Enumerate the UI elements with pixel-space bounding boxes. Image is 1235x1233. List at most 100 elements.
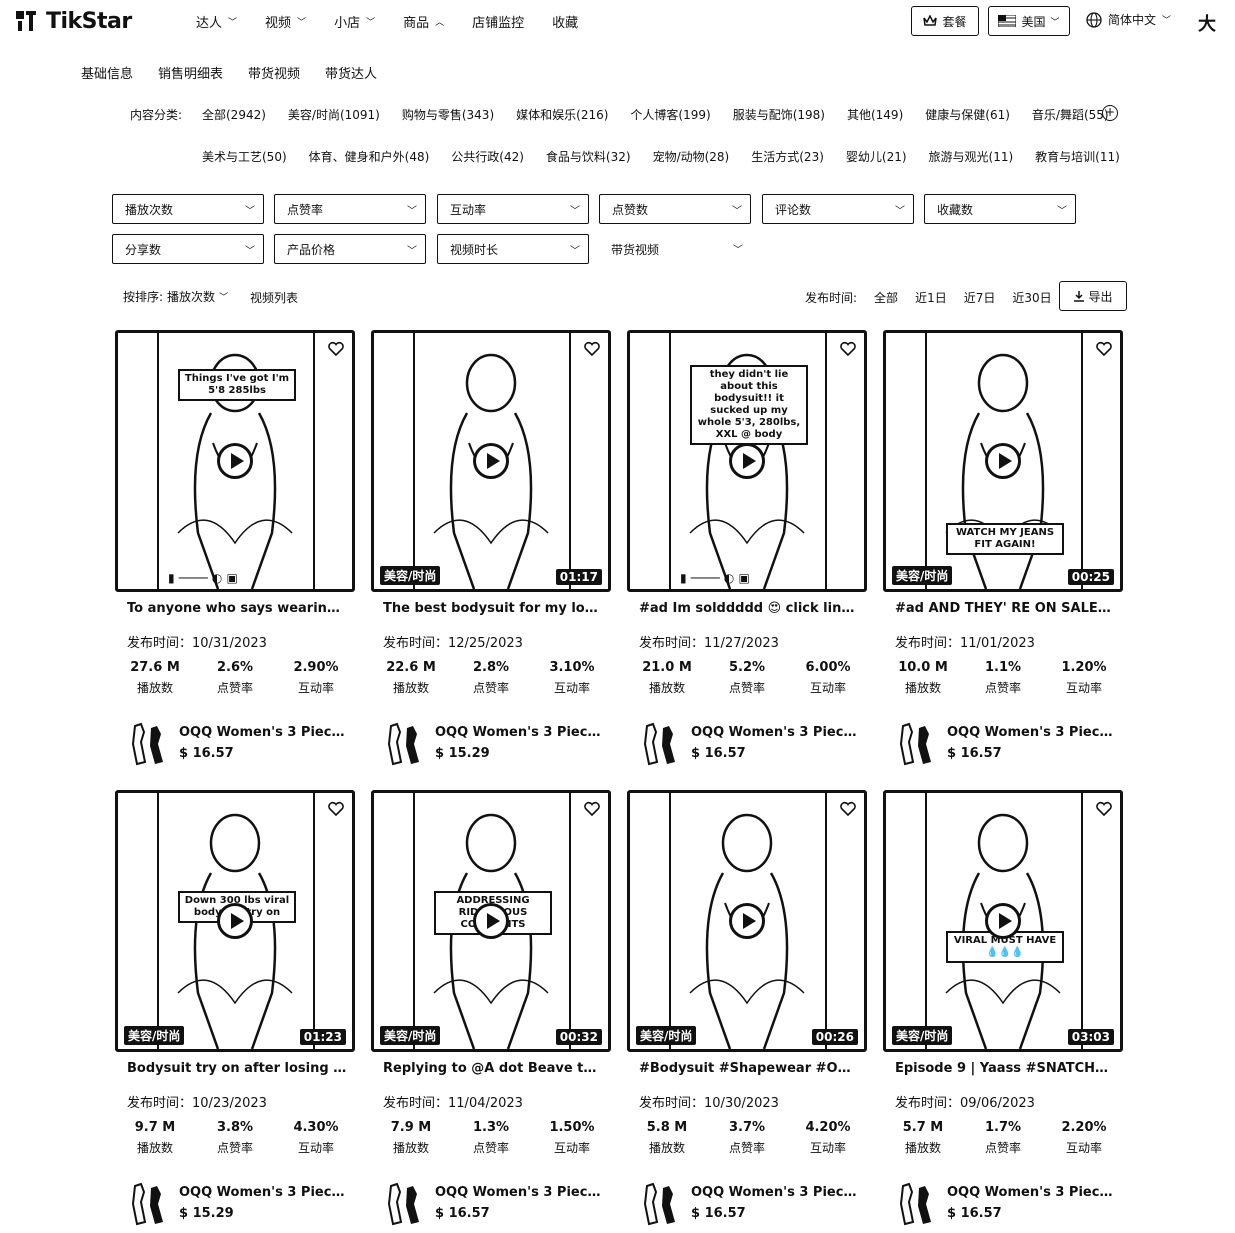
video-title[interactable]: Episode 9 | Yaass #SNATCHED... (895, 1061, 1115, 1076)
category-chip[interactable]: 生活方式(23) (751, 148, 824, 165)
product-thumbnail[interactable] (899, 1182, 933, 1226)
video-card[interactable]: WATCH MY JEANS FIT AGAIN! 美容/时尚 00:25 #ad A… (883, 330, 1123, 780)
nav-item-videos[interactable]: 视频 ﹀ (265, 12, 306, 31)
tab-promo-videos[interactable]: 带货视频 (248, 63, 300, 82)
video-thumbnail[interactable]: ADDRESSING RIDICULOUS COMMENTS美容/时尚00:32 (371, 790, 611, 1052)
product-thumbnail[interactable] (643, 722, 677, 766)
product-thumbnail[interactable] (131, 722, 165, 766)
region-select[interactable]: 美国 ﹀ (988, 6, 1070, 36)
favorite-heart-icon[interactable] (838, 799, 858, 819)
product-thumbnail[interactable] (643, 1182, 677, 1226)
date-option-1d[interactable]: 近1日 (915, 289, 947, 306)
date-option-all[interactable]: 全部 (874, 289, 898, 306)
product-name[interactable]: OQQ Women's 3 Piece... (179, 1185, 349, 1200)
video-card[interactable]: VIRAL MUST HAVE💧💧💧 美容/时尚 03:03 Episode 9 | … (883, 790, 1123, 1233)
video-card[interactable]: Down 300 lbs viral bodysuit try on美容/时尚0… (115, 790, 355, 1233)
video-card[interactable]: Things I've got I'm 5'8 285lbs ▮ ──── ◐ ▣… (115, 330, 355, 780)
date-option-30d[interactable]: 近30日 (1012, 289, 1051, 306)
nav-item-shops[interactable]: 小店 ﹀ (334, 12, 375, 31)
category-chip[interactable]: 旅游与观光(11) (929, 148, 1014, 165)
category-chip[interactable]: 个人博客(199) (630, 106, 710, 123)
nav-item-products[interactable]: 商品 ︿ (403, 12, 444, 31)
video-title[interactable]: #Bodysuit #Shapewear #OQQ... (639, 1061, 859, 1076)
video-controls-icon[interactable]: ▮ ──── ◐ ▣ (168, 571, 238, 585)
category-chip[interactable]: 美容/时尚(1091) (288, 106, 380, 123)
video-thumbnail[interactable]: 美容/时尚 01:17 (371, 330, 611, 592)
category-chip[interactable]: 教育与培训(11) (1035, 148, 1120, 165)
play-button-icon[interactable] (985, 443, 1021, 479)
category-chip[interactable]: 婴幼儿(21) (846, 148, 907, 165)
filter-plays[interactable]: 播放次数 ﹀ (112, 194, 264, 224)
video-title[interactable]: Replying to @A dot Beave thi... (383, 1061, 603, 1076)
category-chip[interactable]: 全部(2942) (202, 106, 266, 123)
category-chip[interactable]: 服装与配饰(198) (733, 106, 825, 123)
category-chip[interactable]: 其他(149) (847, 106, 903, 123)
expand-categories-icon[interactable]: + (1102, 105, 1118, 121)
play-button-icon[interactable] (985, 903, 1021, 939)
nav-item-influencers[interactable]: 达人 ﹀ (196, 12, 237, 31)
nav-item-favorites[interactable]: 收藏 (552, 12, 578, 31)
video-card[interactable]: they didn't lie about this bodysuit!! it… (627, 330, 867, 780)
category-chip[interactable]: 美术与工艺(50) (202, 148, 287, 165)
filter-duration[interactable]: 视频时长 ﹀ (437, 234, 589, 264)
date-option-7d[interactable]: 近7日 (964, 289, 996, 306)
product-name[interactable]: OQQ Women's 3 Piece... (947, 725, 1117, 740)
tab-basic-info[interactable]: 基础信息 (81, 63, 133, 82)
favorite-heart-icon[interactable] (838, 339, 858, 359)
filter-likes[interactable]: 点赞数 ﹀ (599, 194, 751, 224)
category-chip[interactable]: 购物与零售(343) (402, 106, 494, 123)
product-name[interactable]: OQQ Women's 3 Piece... (947, 1185, 1117, 1200)
font-size-button[interactable]: 大 (1198, 10, 1216, 36)
play-button-icon[interactable] (473, 443, 509, 479)
product-thumbnail[interactable] (899, 722, 933, 766)
video-card[interactable]: 美容/时尚 00:26 #Bodysuit #Shapewear #OQQ... 发布… (627, 790, 867, 1233)
tikstar-logo[interactable]: TikStar (14, 8, 132, 34)
product-name[interactable]: OQQ Women's 3 Piece... (435, 1185, 605, 1200)
product-name[interactable]: OQQ Women's 3 Piece... (691, 1185, 861, 1200)
filter-favorites[interactable]: 收藏数 ﹀ (924, 194, 1076, 224)
filter-price[interactable]: 产品价格 ﹀ (274, 234, 426, 264)
product-thumbnail[interactable] (131, 1182, 165, 1226)
filter-shares[interactable]: 分享数 ﹀ (112, 234, 264, 264)
category-chip[interactable]: 健康与保健(61) (925, 106, 1010, 123)
video-thumbnail[interactable]: Things I've got I'm 5'8 285lbs ▮ ──── ◐ ▣ (115, 330, 355, 592)
play-button-icon[interactable] (217, 443, 253, 479)
video-thumbnail[interactable]: they didn't lie about this bodysuit!! it… (627, 330, 867, 592)
video-card[interactable]: 美容/时尚 01:17 The best bodysuit for my loos.… (371, 330, 611, 780)
play-button-icon[interactable] (217, 903, 253, 939)
category-chip[interactable]: 体育、健身和户外(48) (309, 148, 430, 165)
favorite-heart-icon[interactable] (1094, 339, 1114, 359)
video-title[interactable]: Bodysuit try on after losing 3... (127, 1061, 347, 1076)
favorite-heart-icon[interactable] (582, 799, 602, 819)
video-thumbnail[interactable]: VIRAL MUST HAVE💧💧💧 美容/时尚 03:03 (883, 790, 1123, 1052)
favorite-heart-icon[interactable] (326, 799, 346, 819)
video-thumbnail[interactable]: WATCH MY JEANS FIT AGAIN! 美容/时尚 00:25 (883, 330, 1123, 592)
favorite-heart-icon[interactable] (582, 339, 602, 359)
play-button-icon[interactable] (729, 903, 765, 939)
favorite-heart-icon[interactable] (1094, 799, 1114, 819)
video-card[interactable]: ADDRESSING RIDICULOUS COMMENTS美容/时尚00:32… (371, 790, 611, 1233)
video-title[interactable]: To anyone who says wearing ... (127, 601, 347, 616)
product-name[interactable]: OQQ Women's 3 Piece... (435, 725, 605, 740)
product-name[interactable]: OQQ Women's 3 Piece... (179, 725, 349, 740)
language-select[interactable]: 简体中文 ﹀ (1086, 11, 1171, 28)
export-button[interactable]: 导出 (1059, 281, 1127, 311)
video-title[interactable]: #ad Im solddddd 😍 click link... (639, 601, 859, 616)
product-name[interactable]: OQQ Women's 3 Piece... (691, 725, 861, 740)
tab-promo-influencers[interactable]: 带货达人 (325, 63, 377, 82)
category-chip[interactable]: 公共行政(42) (451, 148, 524, 165)
nav-item-shop-monitor[interactable]: 店铺监控 (472, 12, 524, 31)
category-chip[interactable]: 媒体和娱乐(216) (516, 106, 608, 123)
tab-sales-detail[interactable]: 销售明细表 (158, 63, 223, 82)
play-button-icon[interactable] (729, 443, 765, 479)
filter-comments[interactable]: 评论数 ﹀ (762, 194, 914, 224)
category-chip[interactable]: 食品与饮料(32) (546, 148, 631, 165)
video-title[interactable]: The best bodysuit for my loos... (383, 601, 603, 616)
play-button-icon[interactable] (473, 903, 509, 939)
sort-control[interactable]: 按排序: 播放次数 ﹀ (123, 288, 228, 305)
filter-like-rate[interactable]: 点赞率 ﹀ (274, 194, 426, 224)
video-thumbnail[interactable]: 美容/时尚 00:26 (627, 790, 867, 1052)
video-title[interactable]: #ad AND THEY' RE ON SALE ... (895, 601, 1115, 616)
video-controls-icon[interactable]: ▮ ──── ◐ ▣ (680, 571, 750, 585)
product-thumbnail[interactable] (387, 722, 421, 766)
